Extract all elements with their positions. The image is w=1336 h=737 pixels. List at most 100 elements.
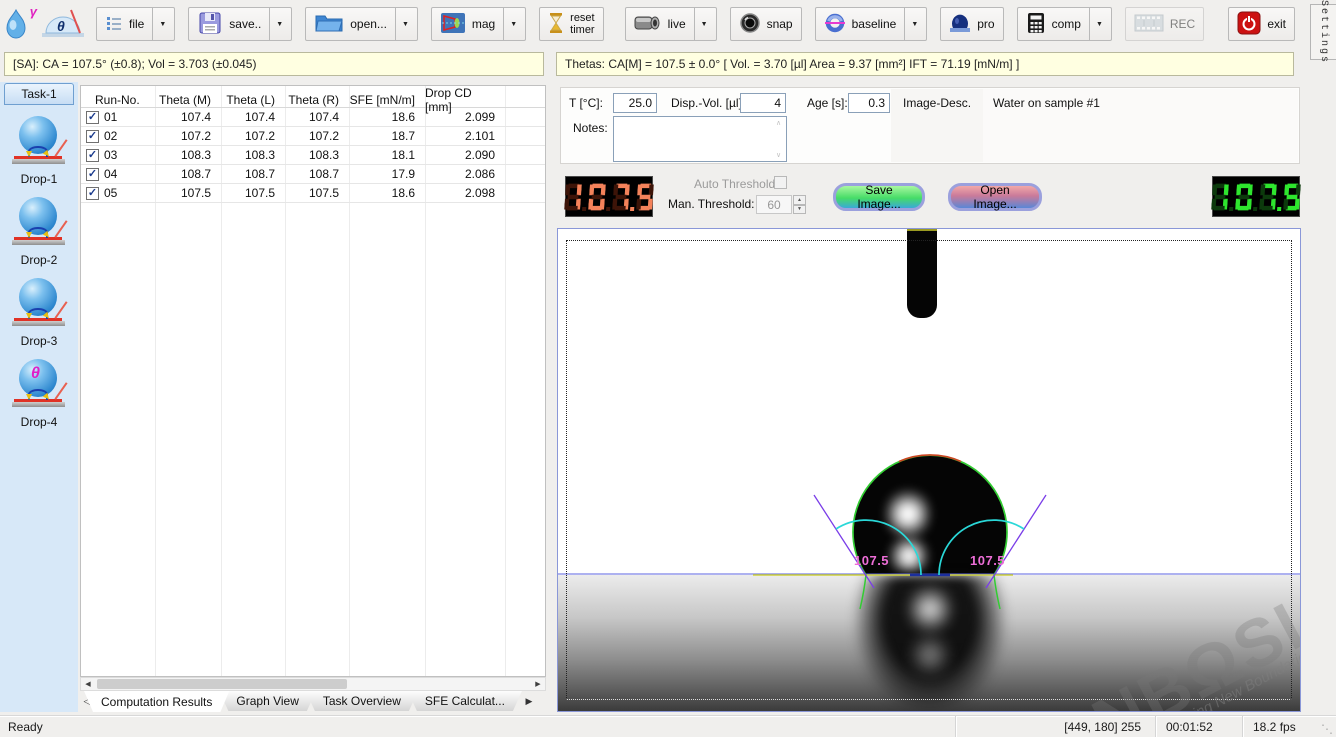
tabs-next-arrow[interactable]: ▶ [522, 691, 536, 711]
thetas-result-strip: Thetas: CA[M] = 107.5 ± 0.0° [ Vol. = 3.… [556, 52, 1294, 76]
cell-sfe: 17.9 [349, 165, 425, 183]
cell-theta_m: 107.4 [155, 108, 221, 126]
mag-dropdown-arrow[interactable] [503, 8, 517, 40]
calculator-icon [1026, 12, 1046, 37]
comp-dropdown-arrow[interactable] [1089, 8, 1103, 40]
roi-selection-rect[interactable] [566, 240, 1292, 700]
table-hscrollbar[interactable]: ◀ ▶ [80, 677, 546, 691]
cell-sfe: 18.6 [349, 184, 425, 202]
temperature-input[interactable]: 25.0 [613, 93, 657, 113]
resize-grip[interactable]: ⋱ [1316, 716, 1336, 737]
table-header: Run-No. Theta (M) Theta (L) Theta (R) SF… [81, 86, 545, 108]
row-checkbox[interactable] [86, 149, 99, 162]
notes-input[interactable]: ∧∨ [613, 116, 787, 162]
drop-icon [10, 276, 68, 332]
tab-computation-results[interactable]: Computation Results [84, 691, 229, 712]
open-button[interactable]: open... [305, 7, 418, 41]
auto-threshold-checkbox[interactable] [774, 176, 787, 189]
cell-theta_r: 107.2 [285, 127, 349, 145]
save-label: save.. [229, 17, 261, 31]
tab-task-overview[interactable]: Task Overview [306, 691, 418, 711]
pro-button[interactable]: pro [940, 7, 1003, 41]
table-row[interactable]: 05107.5107.5107.518.62.098 [81, 184, 545, 203]
scroll-track[interactable] [95, 678, 531, 690]
tab-graph-view[interactable]: Graph View [219, 691, 315, 711]
snap-button[interactable]: snap [730, 7, 802, 41]
cell-theta_r: 107.5 [285, 184, 349, 202]
live-label: live [668, 17, 686, 31]
power-exit-icon [1237, 11, 1261, 38]
baseline-dropdown-arrow[interactable] [904, 8, 918, 40]
results-table-body: 01107.4107.4107.418.62.09902107.2107.210… [81, 108, 545, 203]
file-dropdown-arrow[interactable] [152, 8, 166, 40]
threshold-spinner[interactable]: ▲▼ [793, 195, 806, 214]
tab-task-1[interactable]: Task-1 [4, 83, 74, 105]
drop-label: Drop-4 [21, 415, 58, 429]
exit-button[interactable]: exit [1228, 7, 1295, 41]
gamma-glyph: γ [30, 4, 37, 19]
cell-theta_m: 107.5 [155, 184, 221, 202]
baseline-button[interactable]: baseline [815, 7, 928, 41]
app-window: γ θ file save.. open... mag [0, 0, 1336, 737]
reset-timer-label: resettimer [570, 12, 594, 36]
save-dropdown-arrow[interactable] [269, 8, 283, 40]
comp-button[interactable]: comp [1017, 7, 1112, 41]
cell-theta_m: 108.7 [155, 165, 221, 183]
status-bar: Ready [449, 180] 255 00:01:52 18.2 fps ⋱ [0, 715, 1336, 737]
cell-sfe: 18.7 [349, 127, 425, 145]
manual-threshold-input[interactable]: 60 [756, 195, 792, 214]
drop-image-view[interactable]: 107.5 107.5 NBΩSI Exploring New Boundari… [557, 228, 1301, 712]
run-number: 03 [104, 148, 117, 162]
cell-theta_l: 108.7 [221, 165, 285, 183]
auto-threshold-label: Auto Threshold [694, 177, 775, 191]
row-checkbox[interactable] [86, 187, 99, 200]
hourglass-icon [548, 12, 564, 37]
baseline-icon [824, 12, 846, 37]
sidebar-item-drop-3[interactable]: Drop-3 [0, 276, 78, 348]
mag-button[interactable]: mag [431, 7, 526, 41]
cell-sfe: 18.1 [349, 146, 425, 164]
image-description-panel: Image-Desc. Water on sample #1 [891, 89, 1298, 162]
dispense-volume-input[interactable]: 4 [740, 93, 786, 113]
open-dropdown-arrow[interactable] [395, 8, 409, 40]
cell-theta_l: 107.5 [221, 184, 285, 202]
cell-theta_r: 108.7 [285, 165, 349, 183]
status-ready: Ready [0, 716, 955, 737]
row-checkbox[interactable] [86, 111, 99, 124]
reset-timer-button[interactable]: resettimer [539, 7, 603, 41]
row-checkbox[interactable] [86, 168, 99, 181]
cell-sfe: 18.6 [349, 108, 425, 126]
exit-label: exit [1267, 17, 1286, 31]
file-icon [105, 14, 123, 35]
image-desc-value[interactable]: Water on sample #1 [983, 89, 1298, 162]
live-button[interactable]: live [625, 7, 717, 41]
scroll-thumb[interactable] [97, 679, 347, 689]
tab-sfe-calculator[interactable]: SFE Calculat... [408, 691, 522, 711]
settings-tab[interactable]: Settings [1310, 4, 1336, 60]
sidebar-item-drop-4[interactable]: θ Drop-4 [0, 357, 78, 429]
drop-icon [10, 195, 68, 251]
file-button[interactable]: file [96, 7, 175, 41]
sidebar-item-drop-1[interactable]: Drop-1 [0, 114, 78, 186]
row-checkbox[interactable] [86, 130, 99, 143]
save-button[interactable]: save.. [188, 7, 292, 41]
live-dropdown-arrow[interactable] [694, 8, 708, 40]
notes-scrollbar[interactable]: ∧∨ [772, 118, 785, 160]
table-row[interactable]: 01107.4107.4107.418.62.099 [81, 108, 545, 127]
table-row[interactable]: 02107.2107.2107.218.72.101 [81, 127, 545, 146]
table-row[interactable]: 04108.7108.7108.717.92.086 [81, 165, 545, 184]
open-image-button[interactable]: Open Image... [948, 183, 1042, 211]
cell-theta_l: 108.3 [221, 146, 285, 164]
sidebar-item-drop-2[interactable]: Drop-2 [0, 195, 78, 267]
image-desc-label: Image-Desc. [891, 89, 983, 162]
rec-button[interactable]: REC [1125, 7, 1204, 41]
table-row[interactable]: 03108.3108.3108.318.12.090 [81, 146, 545, 165]
cell-theta_l: 107.4 [221, 108, 285, 126]
scroll-right-arrow[interactable]: ▶ [531, 678, 545, 690]
scroll-left-arrow[interactable]: ◀ [81, 678, 95, 690]
age-input[interactable]: 0.3 [848, 93, 890, 113]
drop-label: Drop-3 [21, 334, 58, 348]
camera-live-icon [634, 14, 662, 35]
save-image-button[interactable]: Save Image... [833, 183, 925, 211]
status-cursor-coords: [449, 180] 255 [955, 716, 1155, 737]
